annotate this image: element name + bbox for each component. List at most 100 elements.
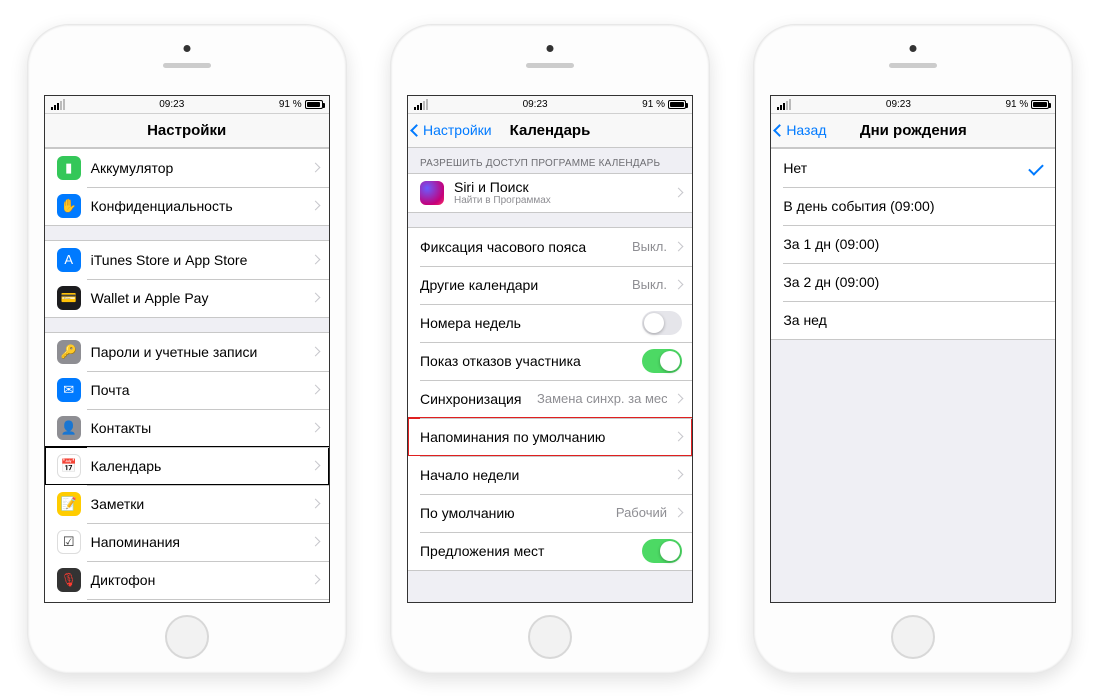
camera-dot xyxy=(183,45,190,52)
row-alternate-calendars[interactable]: Другие календари Выкл. xyxy=(408,266,692,304)
status-time: 09:23 xyxy=(886,99,911,110)
toggle-week-numbers[interactable] xyxy=(642,311,682,335)
home-button[interactable] xyxy=(165,615,209,659)
row-privacy[interactable]: ✋ Конфиденциальность xyxy=(45,187,329,225)
row-label: Синхронизация xyxy=(420,391,537,407)
signal-icon xyxy=(414,99,428,110)
back-label: Назад xyxy=(786,122,826,138)
option-label: В день события (09:00) xyxy=(783,198,1045,214)
row-label: Конфиденциальность xyxy=(91,198,308,214)
row-reminders[interactable]: ☑ Напоминания xyxy=(45,523,329,561)
earpiece xyxy=(889,63,937,68)
chevron-right-icon xyxy=(310,537,320,547)
chevron-right-icon xyxy=(674,432,684,442)
screen-birthday-alerts: 09:23 91 % Назад Дни рождения Нет В день… xyxy=(770,95,1056,603)
chevron-right-icon xyxy=(310,575,320,585)
section-header: РАЗРЕШИТЬ ДОСТУП ПРОГРАММЕ КАЛЕНДАРЬ xyxy=(408,148,692,173)
row-label: Wallet и Apple Pay xyxy=(91,290,308,306)
row-wallet[interactable]: 💳 Wallet и Apple Pay xyxy=(45,279,329,317)
home-button[interactable] xyxy=(891,615,935,659)
row-passwords[interactable]: 🔑 Пароли и учетные записи xyxy=(45,333,329,371)
camera-dot xyxy=(910,45,917,52)
chevron-right-icon xyxy=(310,347,320,357)
chevron-left-icon xyxy=(773,124,786,137)
option-none[interactable]: Нет xyxy=(771,149,1055,187)
row-label: Другие календари xyxy=(420,277,632,293)
option-day-of-event[interactable]: В день события (09:00) xyxy=(771,187,1055,225)
row-notes[interactable]: 📝 Заметки xyxy=(45,485,329,523)
chevron-left-icon xyxy=(410,124,423,137)
page-title: Календарь xyxy=(510,122,591,139)
nav-bar: Настройки xyxy=(45,114,329,148)
row-show-declined[interactable]: Показ отказов участника xyxy=(408,342,692,380)
siri-icon xyxy=(420,181,444,205)
back-button[interactable]: Настройки xyxy=(412,114,492,147)
row-label: Почта xyxy=(91,382,308,398)
birthday-options-list[interactable]: Нет В день события (09:00) За 1 дн (09:0… xyxy=(771,148,1055,602)
row-detail: Рабочий xyxy=(616,505,667,520)
row-phone[interactable]: 📞 Телефон xyxy=(45,599,329,602)
row-detail: Замена синхр. за мес xyxy=(537,391,667,406)
status-bar: 09:23 91 % xyxy=(771,96,1055,114)
row-label: Напоминания по умолчанию xyxy=(420,429,671,445)
contacts-icon: 👤 xyxy=(57,416,81,440)
row-week-numbers[interactable]: Номера недель xyxy=(408,304,692,342)
signal-icon xyxy=(777,99,791,110)
signal-icon xyxy=(51,99,65,110)
phone-frame-3: 09:23 91 % Назад Дни рождения Нет В день… xyxy=(753,24,1073,674)
chevron-right-icon xyxy=(674,280,684,290)
screen-calendar-settings: 09:23 91 % Настройки Календарь РАЗРЕШИТЬ… xyxy=(407,95,693,603)
chevron-right-icon xyxy=(674,394,684,404)
row-sync[interactable]: Синхронизация Замена синхр. за мес xyxy=(408,380,692,418)
row-label: iTunes Store и App Store xyxy=(91,252,308,268)
screen-settings-root: 09:23 91 % Настройки ▮ Аккумулятор ✋ Кон… xyxy=(44,95,330,603)
phone-frame-2: 09:23 91 % Настройки Календарь РАЗРЕШИТЬ… xyxy=(390,24,710,674)
chevron-right-icon xyxy=(674,188,684,198)
row-detail: Выкл. xyxy=(632,277,667,292)
row-calendar[interactable]: 📅 Календарь xyxy=(45,447,329,485)
chevron-right-icon xyxy=(310,385,320,395)
appstore-icon: A xyxy=(57,248,81,272)
notes-icon: 📝 xyxy=(57,492,81,516)
row-sub: Найти в Программах xyxy=(454,195,551,206)
row-default-alerts[interactable]: Напоминания по умолчанию xyxy=(408,418,692,456)
home-button[interactable] xyxy=(528,615,572,659)
back-label: Настройки xyxy=(423,122,492,138)
chevron-right-icon xyxy=(674,242,684,252)
row-label: Номера недель xyxy=(420,315,642,331)
row-voice-memos[interactable]: 🎙 Диктофон xyxy=(45,561,329,599)
toggle-show-declined[interactable] xyxy=(642,349,682,373)
row-mail[interactable]: ✉ Почта xyxy=(45,371,329,409)
earpiece xyxy=(526,63,574,68)
row-label: Аккумулятор xyxy=(91,160,308,176)
row-itunes-appstore[interactable]: A iTunes Store и App Store xyxy=(45,241,329,279)
row-battery[interactable]: ▮ Аккумулятор xyxy=(45,149,329,187)
back-button[interactable]: Назад xyxy=(775,114,826,147)
battery-percent: 91 % xyxy=(1006,99,1029,110)
row-contacts[interactable]: 👤 Контакты xyxy=(45,409,329,447)
battery-icon xyxy=(1031,100,1049,109)
status-bar: 09:23 91 % xyxy=(408,96,692,114)
calendar-settings-list[interactable]: РАЗРЕШИТЬ ДОСТУП ПРОГРАММЕ КАЛЕНДАРЬ Sir… xyxy=(408,148,692,602)
camera-dot xyxy=(546,45,553,52)
privacy-icon: ✋ xyxy=(57,194,81,218)
battery-icon xyxy=(305,100,323,109)
earpiece xyxy=(163,63,211,68)
chevron-right-icon xyxy=(674,508,684,518)
status-bar: 09:23 91 % xyxy=(45,96,329,114)
battery-percent: 91 % xyxy=(642,99,665,110)
option-1-day-before[interactable]: За 1 дн (09:00) xyxy=(771,225,1055,263)
row-siri-search[interactable]: Siri и Поиск Найти в Программах xyxy=(408,174,692,212)
row-timezone-override[interactable]: Фиксация часового пояса Выкл. xyxy=(408,228,692,266)
row-label: Пароли и учетные записи xyxy=(91,344,308,360)
chevron-right-icon xyxy=(310,201,320,211)
toggle-location-suggestions[interactable] xyxy=(642,539,682,563)
row-start-week[interactable]: Начало недели xyxy=(408,456,692,494)
option-2-days-before[interactable]: За 2 дн (09:00) xyxy=(771,263,1055,301)
row-location-suggestions[interactable]: Предложения мест xyxy=(408,532,692,570)
option-1-week-before[interactable]: За нед xyxy=(771,301,1055,339)
battery-percent: 91 % xyxy=(279,99,302,110)
mail-icon: ✉ xyxy=(57,378,81,402)
row-default-calendar[interactable]: По умолчанию Рабочий xyxy=(408,494,692,532)
settings-list[interactable]: ▮ Аккумулятор ✋ Конфиденциальность A iTu… xyxy=(45,148,329,602)
